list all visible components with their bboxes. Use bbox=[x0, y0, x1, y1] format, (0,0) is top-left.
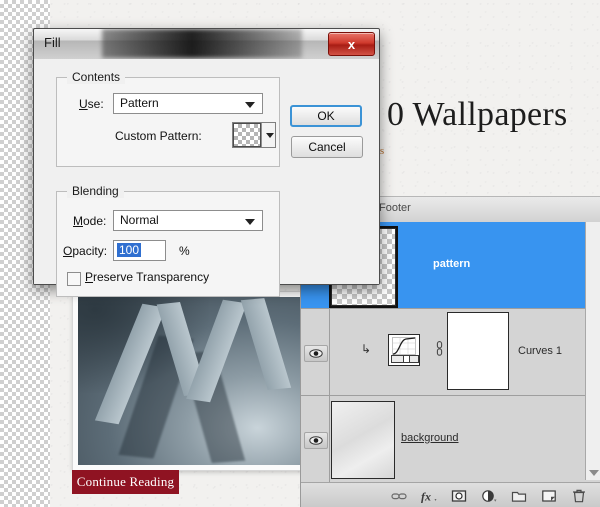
scroll-down-arrow-icon[interactable] bbox=[589, 470, 599, 476]
chevron-down-icon bbox=[245, 219, 255, 225]
custom-pattern-picker[interactable] bbox=[232, 122, 276, 148]
use-value: Pattern bbox=[120, 96, 159, 110]
layer-thumbnail-background[interactable] bbox=[331, 401, 395, 479]
svg-text:fx: fx bbox=[421, 489, 431, 503]
pattern-dropdown-arrow[interactable] bbox=[261, 123, 275, 147]
ok-button[interactable]: OK bbox=[290, 105, 362, 127]
new-group-icon[interactable] bbox=[511, 488, 527, 504]
dialog-title: Fill bbox=[44, 35, 61, 50]
custom-pattern-label: Custom Pattern: bbox=[115, 129, 202, 143]
curves-adjustment-thumbnail[interactable] bbox=[388, 334, 420, 366]
blending-legend: Blending bbox=[67, 184, 124, 198]
new-adjustment-layer-icon[interactable] bbox=[481, 488, 497, 504]
opacity-value: 100 bbox=[117, 243, 142, 257]
opacity-label: Opacity: bbox=[63, 244, 108, 258]
new-layer-icon[interactable] bbox=[541, 488, 557, 504]
continue-reading-label: Continue Reading bbox=[76, 474, 175, 489]
layer-style-fx-icon[interactable]: fx bbox=[421, 488, 437, 504]
screenshot-root: Freebees Shop 0 Wallpapers es Continue R… bbox=[0, 0, 600, 507]
curves-graph-icon bbox=[392, 337, 416, 355]
eye-icon bbox=[309, 349, 323, 358]
mode-value: Normal bbox=[120, 213, 159, 227]
layer-visibility-cell bbox=[301, 396, 330, 483]
opacity-unit: % bbox=[179, 244, 190, 258]
layers-panel-toolbar: fx bbox=[301, 482, 600, 507]
cancel-button-label: Cancel bbox=[308, 140, 346, 154]
layer-name-label: pattern bbox=[433, 258, 471, 270]
close-icon: x bbox=[347, 36, 356, 52]
layer-visibility-cell bbox=[301, 309, 330, 395]
close-button[interactable]: x bbox=[328, 32, 375, 56]
page-title: 0 Wallpapers bbox=[387, 96, 568, 133]
opacity-label-rest: pacity: bbox=[72, 244, 108, 258]
mode-label-rest: ode: bbox=[83, 214, 107, 228]
use-dropdown[interactable]: Pattern bbox=[113, 93, 263, 114]
blending-group: Blending Mode: Normal Opacity: 100 % Pre… bbox=[56, 184, 280, 297]
mode-dropdown[interactable]: Normal bbox=[113, 210, 263, 231]
curves-slider-icon bbox=[391, 355, 419, 363]
preserve-transparency-label: Preserve Transparency bbox=[85, 270, 210, 284]
cancel-button[interactable]: Cancel bbox=[291, 136, 363, 158]
layer-name-label: Curves 1 bbox=[518, 345, 563, 357]
preserve-transparency-label-rest: reserve Transparency bbox=[93, 270, 210, 284]
layers-scrollbar[interactable] bbox=[585, 222, 600, 480]
group-name-label: Footer bbox=[379, 202, 411, 214]
layer-row-curves-1[interactable]: ↳ Curves 1 bbox=[301, 309, 600, 396]
chevron-down-icon bbox=[245, 102, 255, 108]
article-thumbnail-image bbox=[73, 292, 313, 470]
use-label: Use: bbox=[79, 97, 104, 111]
clipping-mask-arrow-icon: ↳ bbox=[361, 342, 372, 356]
layer-row-background[interactable]: background bbox=[301, 396, 600, 483]
link-mask-icon[interactable] bbox=[435, 341, 444, 356]
contents-group: Contents Use: Pattern Custom Pattern: bbox=[56, 70, 280, 167]
pattern-swatch-icon bbox=[233, 123, 261, 147]
use-label-rest: se: bbox=[87, 97, 104, 111]
continue-reading-button[interactable]: Continue Reading bbox=[72, 470, 179, 494]
layer-name-label: background bbox=[401, 432, 459, 444]
add-layer-mask-icon[interactable] bbox=[451, 488, 467, 504]
layer-visibility-toggle[interactable] bbox=[304, 432, 328, 449]
link-layers-icon[interactable] bbox=[391, 488, 407, 504]
ok-button-label: OK bbox=[317, 109, 335, 123]
eye-icon bbox=[309, 436, 323, 445]
preserve-transparency-checkbox[interactable] bbox=[67, 272, 81, 286]
mode-label: Mode: bbox=[73, 214, 107, 228]
titlebar-artifact bbox=[102, 29, 302, 58]
fill-dialog: Fill x Contents Use: Pattern Custom Patt… bbox=[33, 28, 380, 297]
layer-mask-thumbnail[interactable] bbox=[447, 312, 509, 390]
delete-layer-icon[interactable] bbox=[571, 488, 587, 504]
dialog-body: Contents Use: Pattern Custom Pattern: Bl… bbox=[34, 59, 379, 297]
contents-legend: Contents bbox=[67, 70, 126, 84]
opacity-input[interactable]: 100 bbox=[113, 240, 166, 261]
dialog-titlebar[interactable]: Fill x bbox=[34, 29, 379, 60]
layer-visibility-toggle[interactable] bbox=[304, 345, 328, 362]
